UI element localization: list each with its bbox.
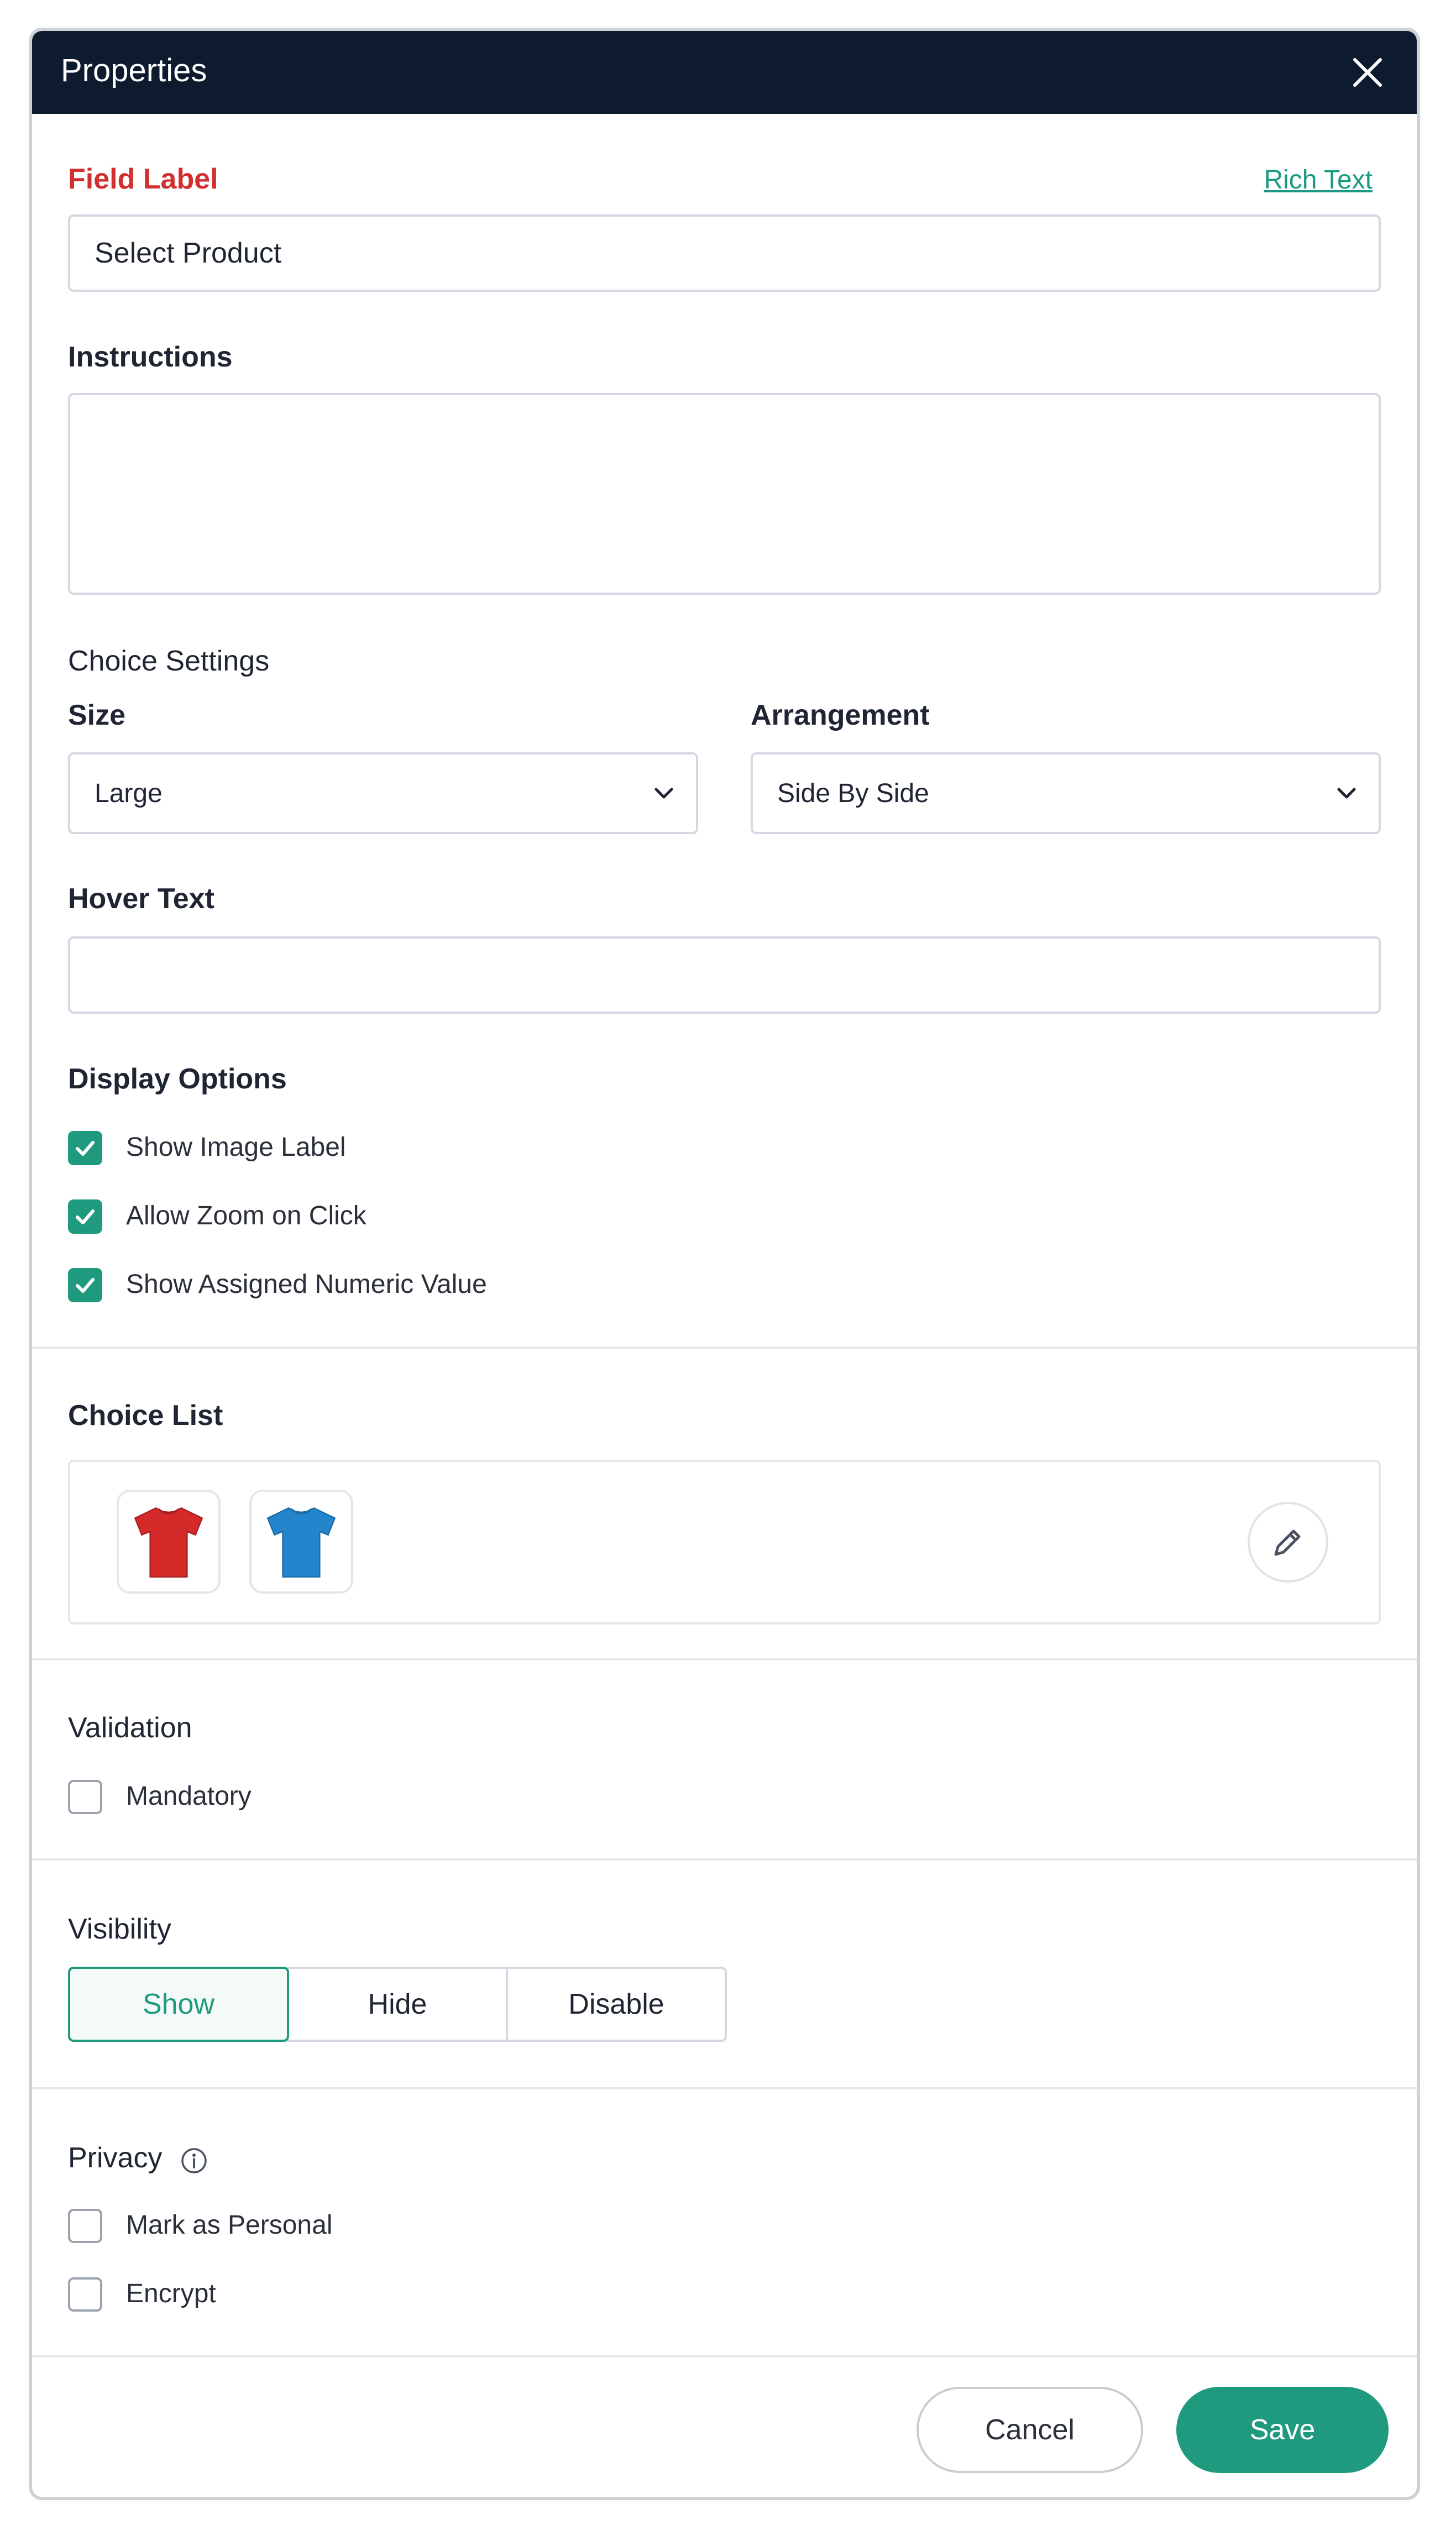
visibility-hide-option[interactable]: Hide: [287, 1967, 508, 2042]
choice-item-blue-shirt[interactable]: [249, 1490, 353, 1594]
divider: [32, 2355, 1417, 2357]
rich-text-link[interactable]: Rich Text: [1264, 165, 1373, 195]
info-icon[interactable]: [180, 2147, 208, 2175]
hover-text-input[interactable]: [68, 936, 1381, 1014]
choice-list-box: [68, 1460, 1381, 1625]
panel-title: Properties: [61, 53, 207, 88]
allow-zoom-text: Allow Zoom on Click: [126, 1201, 366, 1230]
choice-settings-heading: Choice Settings: [68, 645, 270, 677]
field-label-heading: Field Label: [68, 163, 218, 195]
save-button[interactable]: Save: [1176, 2387, 1389, 2473]
check-icon: [76, 1209, 95, 1224]
edit-choices-button[interactable]: [1248, 1502, 1328, 1583]
close-icon[interactable]: [1343, 48, 1392, 97]
field-label-value: Select Product: [95, 237, 282, 269]
validation-heading: Validation: [68, 1712, 192, 1744]
chevron-down-icon: [1337, 788, 1356, 799]
mark-personal-text: Mark as Personal: [126, 2210, 333, 2240]
arrangement-label: Arrangement: [751, 699, 930, 731]
arrangement-select[interactable]: Side By Side: [751, 752, 1381, 834]
show-image-label-text: Show Image Label: [126, 1133, 346, 1162]
visibility-show-option[interactable]: Show: [68, 1967, 289, 2042]
encrypt-checkbox[interactable]: [68, 2277, 102, 2312]
choice-item-red-shirt[interactable]: [117, 1490, 221, 1594]
encrypt-text: Encrypt: [126, 2279, 216, 2308]
divider: [32, 1658, 1417, 1660]
divider: [32, 2087, 1417, 2089]
field-label-input[interactable]: Select Product: [68, 214, 1381, 292]
show-image-label-checkbox[interactable]: [68, 1131, 102, 1165]
pencil-icon: [1274, 1529, 1301, 1556]
show-numeric-value-checkbox[interactable]: [68, 1268, 102, 1302]
instructions-textarea[interactable]: [68, 393, 1381, 595]
red-tshirt-icon: [134, 1507, 203, 1578]
cancel-button[interactable]: Cancel: [916, 2387, 1143, 2473]
instructions-heading: Instructions: [68, 341, 233, 373]
panel-header: Properties: [32, 31, 1417, 114]
visibility-disable-option[interactable]: Disable: [506, 1967, 727, 2042]
size-select-value: Large: [95, 778, 163, 808]
divider: [32, 1347, 1417, 1349]
mandatory-text: Mandatory: [126, 1782, 252, 1811]
properties-panel: Properties Field Label Rich Text Select …: [29, 28, 1420, 2500]
divider: [32, 1858, 1417, 1861]
size-select[interactable]: Large: [68, 752, 698, 834]
allow-zoom-checkbox[interactable]: [68, 1199, 102, 1234]
arrangement-select-value: Side By Side: [777, 778, 929, 808]
choice-list-heading: Choice List: [68, 1400, 223, 1432]
blue-tshirt-icon: [266, 1507, 336, 1578]
chevron-down-icon: [654, 788, 673, 799]
mark-personal-checkbox[interactable]: [68, 2209, 102, 2243]
show-numeric-value-text: Show Assigned Numeric Value: [126, 1270, 487, 1299]
check-icon: [76, 1141, 95, 1156]
mandatory-checkbox[interactable]: [68, 1780, 102, 1814]
size-label: Size: [68, 699, 126, 731]
privacy-heading: Privacy: [68, 2142, 163, 2174]
check-icon: [76, 1278, 95, 1293]
display-options-heading: Display Options: [68, 1063, 287, 1095]
visibility-heading: Visibility: [68, 1913, 171, 1945]
hover-text-heading: Hover Text: [68, 883, 214, 915]
